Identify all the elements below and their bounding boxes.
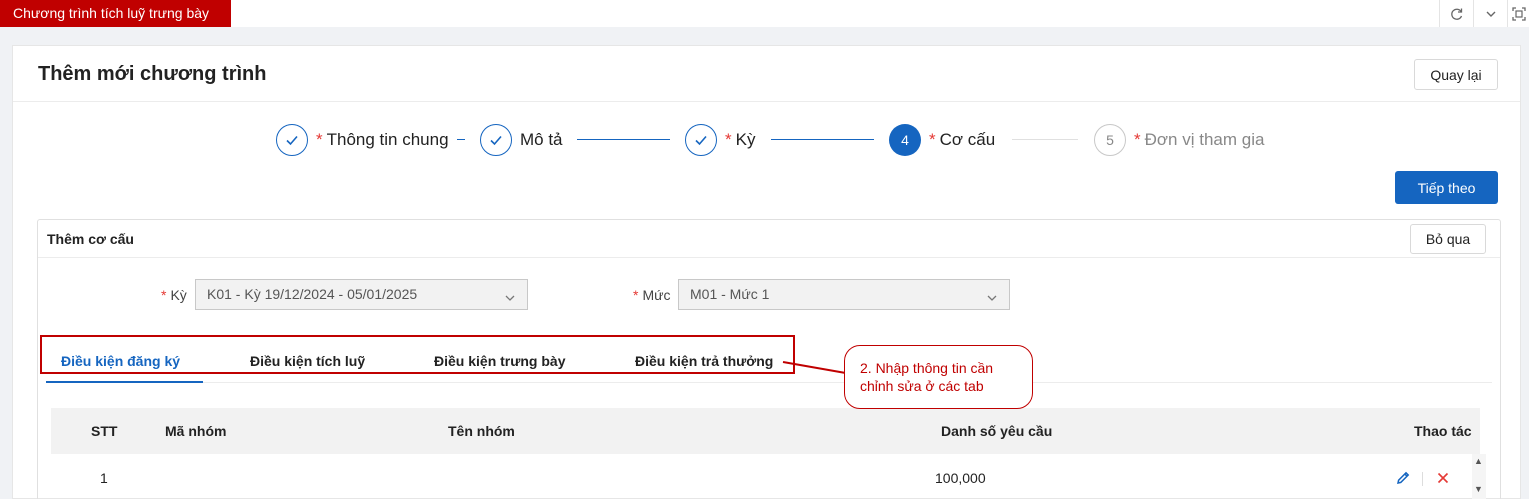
check-icon (685, 123, 717, 156)
step-connector (771, 139, 874, 140)
step-structure[interactable]: 4 * Cơ cấu (889, 123, 995, 156)
pencil-icon[interactable] (1395, 470, 1411, 491)
level-label: * Mức (633, 287, 671, 303)
callout-line-2: chỉnh sửa ở các tab (860, 378, 984, 394)
chevron-down-icon (985, 286, 999, 315)
row-stt: 1 (100, 470, 108, 486)
callout-line-1: 2. Nhập thông tin cần (860, 360, 994, 376)
table-scrollbar[interactable]: ▲ ▼ (1472, 454, 1486, 499)
refresh-icon[interactable] (1439, 0, 1473, 27)
column-header: Mã nhóm (165, 423, 227, 439)
step-period[interactable]: * Kỳ (685, 123, 755, 156)
table-row: 1 100,000 (51, 454, 1472, 499)
back-button[interactable]: Quay lại (1414, 59, 1498, 90)
required-marker: * (316, 129, 323, 149)
column-header: Tên nhóm (448, 423, 515, 439)
level-value: M01 - Mức 1 (690, 286, 770, 302)
scroll-up-icon[interactable]: ▲ (1474, 456, 1483, 466)
section-header: Thêm cơ cấu Bỏ qua (38, 220, 1500, 258)
divider (13, 101, 1520, 102)
table-header: STT Mã nhóm Tên nhóm Danh số yêu cầu Tha… (51, 408, 1480, 454)
step-general-info[interactable]: * Thông tin chung (276, 123, 449, 156)
column-header: Danh số yêu cầu (941, 423, 1053, 439)
step-connector (457, 139, 465, 140)
chevron-down-icon[interactable] (1473, 0, 1507, 27)
page-title: Thêm mới chương trình (38, 63, 267, 85)
check-icon (276, 123, 308, 156)
top-bar: Chương trình tích luỹ trưng bày (0, 0, 1529, 27)
action-divider (1422, 472, 1423, 486)
main-card: Thêm mới chương trình Quay lại * Thông ti… (12, 45, 1521, 499)
period-value: K01 - Kỳ 19/12/2024 - 05/01/2025 (207, 286, 418, 302)
active-tab-indicator (46, 381, 203, 383)
check-icon (480, 123, 512, 156)
step-label: Cơ cấu (939, 129, 996, 149)
window-controls (1439, 0, 1529, 27)
row-required-sales: 100,000 (935, 470, 986, 486)
structure-section: Thêm cơ cấu Bỏ qua * Kỳ K01 - Kỳ 19/12/20… (37, 219, 1501, 499)
app-tab[interactable]: Chương trình tích luỹ trưng bày (0, 0, 231, 27)
step-connector (1012, 139, 1078, 140)
scroll-down-icon[interactable]: ▼ (1474, 484, 1483, 494)
step-participants[interactable]: 5 * Đơn vị tham gia (1094, 123, 1264, 156)
period-label: * Kỳ (161, 287, 187, 303)
required-marker: * (1134, 129, 1141, 149)
step-label: Mô tả (520, 129, 563, 149)
fullscreen-icon[interactable] (1507, 0, 1529, 27)
step-description[interactable]: Mô tả (480, 123, 563, 156)
step-label: Kỳ (735, 129, 756, 149)
column-header: Thao tác (1414, 423, 1472, 439)
step-label: Thông tin chung (326, 129, 449, 149)
section-title: Thêm cơ cấu (47, 231, 134, 247)
level-select[interactable]: M01 - Mức 1 (678, 279, 1010, 310)
skip-button[interactable]: Bỏ qua (1410, 224, 1486, 254)
annotation-callout: 2. Nhập thông tin cần chỉnh sửa ở các ta… (844, 345, 1033, 409)
required-marker: * (725, 129, 732, 149)
annotation-highlight-box (40, 335, 795, 374)
required-marker: * (929, 129, 936, 149)
step-number: 5 (1094, 123, 1126, 156)
chevron-down-icon (503, 286, 517, 315)
step-number: 4 (889, 123, 921, 156)
step-connector (577, 139, 670, 140)
column-header: STT (91, 423, 118, 439)
step-label: Đơn vị tham gia (1144, 129, 1265, 149)
next-button[interactable]: Tiếp theo (1395, 171, 1498, 204)
period-select[interactable]: K01 - Kỳ 19/12/2024 - 05/01/2025 (195, 279, 528, 310)
close-icon[interactable] (1435, 470, 1451, 491)
